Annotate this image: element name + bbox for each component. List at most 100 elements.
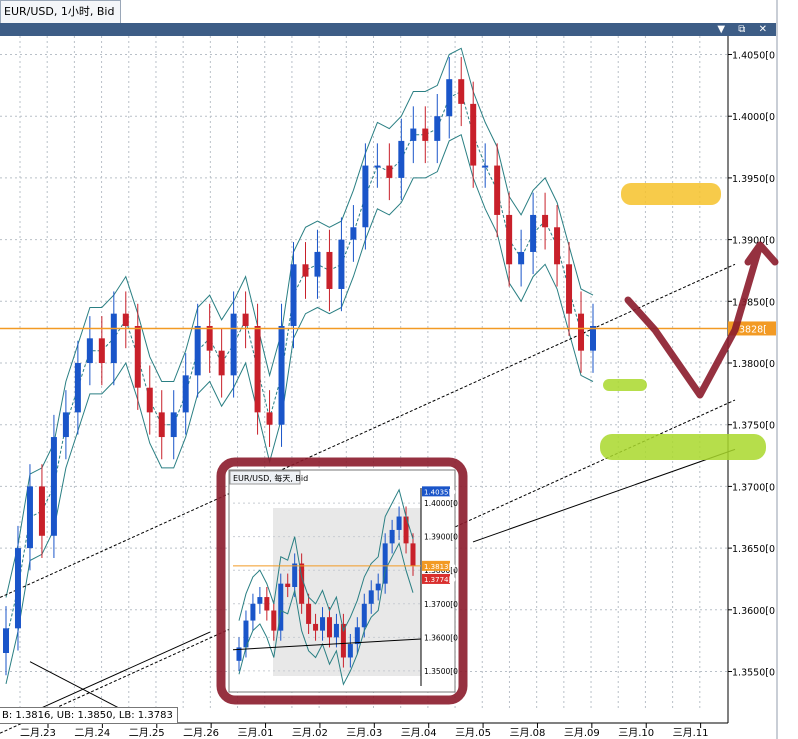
candle-body [458, 79, 465, 104]
inset-price-tag-label: 1.4035[0 [424, 488, 456, 496]
inset-price-tag-label: 1.3774[0 [424, 576, 456, 584]
x-tick-label: 三月.01 [238, 727, 274, 739]
candle-body [590, 325, 596, 351]
candle-body [254, 325, 261, 413]
y-tick-label: 1.3900[0 [732, 236, 775, 247]
price-chart: 1.4050[01.4000[01.3950[01.3900[01.3850[0… [0, 36, 779, 739]
inset-candle-body [250, 603, 256, 621]
candle-body [494, 165, 501, 215]
inset-tick-label: 1.3700[0 [424, 600, 458, 609]
inset-candle-body [285, 583, 291, 587]
trend-line-solid [39, 631, 211, 709]
candle-body [434, 116, 441, 141]
candle-body [326, 251, 333, 289]
inset-candle-body [410, 543, 416, 566]
candle-body [446, 79, 453, 117]
inset-candle-body [313, 623, 319, 631]
candle-body [230, 313, 237, 376]
candle-body [218, 350, 225, 376]
candle-body [182, 375, 189, 413]
inset-candle-body [292, 563, 298, 587]
candle-body [314, 251, 321, 277]
candle-body [38, 486, 45, 536]
green-highlight [603, 379, 647, 391]
x-tick-label: 三月.09 [564, 727, 600, 739]
inset-tick-label: 1.3900[0 [424, 533, 458, 542]
candle-body [146, 387, 153, 413]
candle-body [74, 363, 81, 413]
x-tick-label: 三月.05 [455, 727, 491, 739]
candle-body [62, 412, 69, 438]
inset-candle-body [403, 516, 409, 544]
candle-body [554, 227, 561, 265]
candle-body [578, 313, 585, 351]
candle-body [14, 548, 21, 629]
y-tick-label: 1.3950[0 [732, 174, 775, 185]
inset-tick-label: 1.3500[0 [424, 667, 458, 676]
candle-body [410, 128, 417, 141]
x-tick-label: 三月.08 [509, 727, 545, 739]
inset-candle-body [264, 597, 270, 611]
candle-body [362, 165, 369, 228]
candle-body [122, 313, 129, 326]
candle-body [86, 338, 93, 364]
y-tick-label: 1.3800[0 [732, 359, 775, 370]
green-highlight [600, 434, 766, 460]
x-tick-label: 二月.24 [74, 727, 110, 739]
inset-candle-body [396, 516, 402, 530]
candle-body [518, 251, 525, 265]
candle-body [26, 486, 33, 549]
candle-body [422, 128, 429, 141]
candle-body [266, 412, 273, 425]
inset-candle-body [333, 623, 339, 638]
candle-body [350, 227, 357, 240]
inset-candle-body [347, 644, 353, 658]
x-tick-label: 三月.10 [618, 727, 654, 739]
candle-body [98, 338, 105, 364]
y-tick-label: 1.3750[0 [732, 421, 775, 432]
candle-body [290, 264, 297, 326]
y-tick-label: 1.3600[0 [732, 606, 775, 617]
inset-candle-body [361, 603, 367, 628]
hand-drawn-arrow [624, 241, 779, 399]
inset-candle-body [368, 590, 374, 604]
candle-body [194, 325, 201, 376]
candle-body [302, 264, 309, 277]
inset-candle-body [389, 529, 395, 544]
inset-tick-label: 1.3600[0 [424, 633, 458, 642]
candle-body [206, 325, 213, 351]
candle-body [506, 214, 513, 265]
candle-body [110, 313, 117, 364]
candle-body [50, 437, 57, 536]
inset-title: EUR/USD, 每天, Bid [233, 473, 308, 483]
x-tick-label: 三月.11 [673, 727, 709, 739]
x-tick-label: 二月.23 [20, 727, 56, 739]
x-tick-label: 三月.04 [401, 727, 437, 739]
candle-body [386, 165, 393, 178]
y-tick-label: 1.3700[0 [732, 482, 775, 493]
inset-candle-body [375, 583, 381, 591]
candle-body [134, 325, 141, 388]
candle-body [542, 214, 549, 228]
candle-body [158, 412, 165, 438]
trend-line-solid [472, 448, 736, 543]
indicator-label: B: 1.3816, UB: 1.3850, LB: 1.3783 [0, 707, 178, 724]
inset-price-tag-label: 1.3813[0 [424, 563, 456, 571]
candle-body [374, 165, 381, 168]
inset-candle-body [320, 617, 326, 631]
y-tick-label: 1.4000[0 [732, 112, 775, 123]
candle-body [470, 103, 477, 166]
inset-candle-body [354, 627, 360, 645]
inset-candle-body [326, 617, 332, 638]
yellow-highlight [621, 183, 721, 205]
candle-body [278, 325, 285, 425]
chart-window: EUR/USD, 1小时, Bid ▼ ⧉ ✕ 1.4050[0 1.4000[0… [0, 0, 798, 739]
x-tick-label: 三月.02 [292, 727, 328, 739]
candle-body [398, 140, 405, 178]
x-tick-label: 二月.26 [183, 727, 219, 739]
x-tick-label: 三月.03 [346, 727, 382, 739]
candle-body [242, 313, 249, 326]
y-tick-label: 1.4050[0 [732, 51, 775, 62]
candle-body [170, 412, 177, 438]
y-tick-label: 1.3650[0 [732, 544, 775, 555]
